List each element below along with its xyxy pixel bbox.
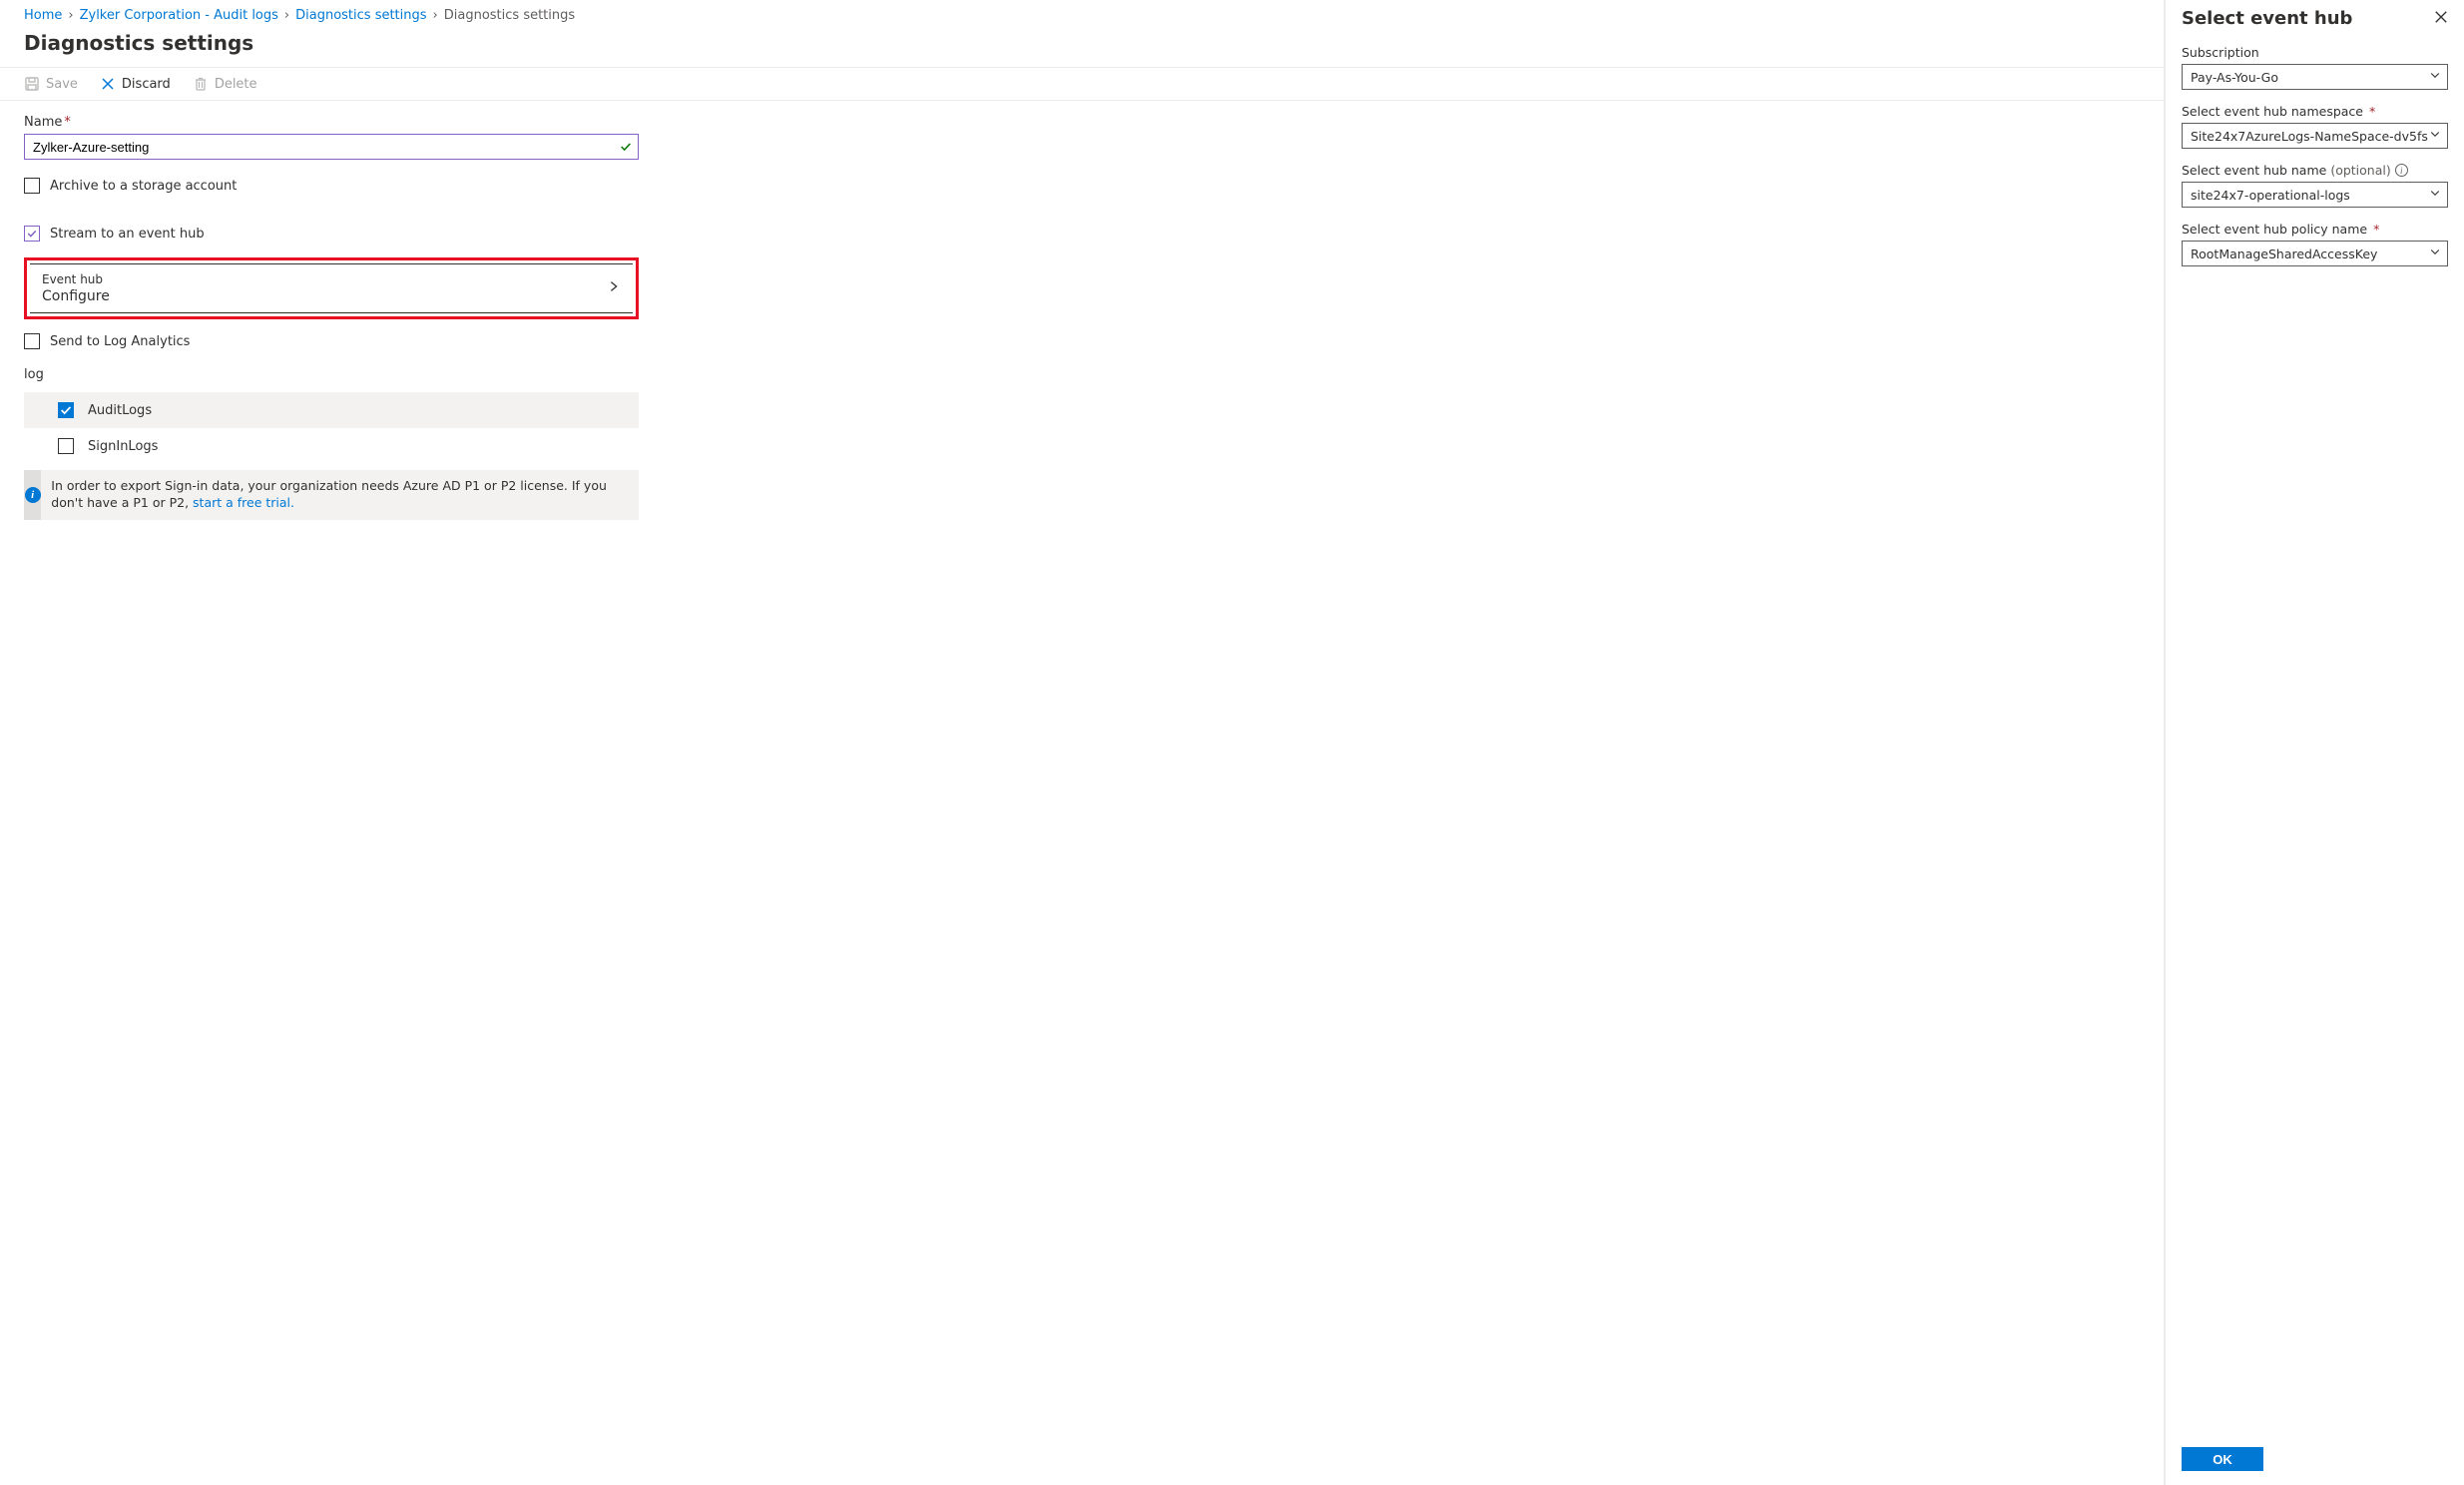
policy-select[interactable]: RootManageSharedAccessKey [2182,241,2448,266]
breadcrumb-current: Diagnostics settings [444,8,575,23]
save-label: Save [46,77,78,92]
stream-checkbox[interactable] [24,226,40,242]
chevron-down-icon [2429,128,2441,144]
delete-label: Delete [215,77,257,92]
delete-button[interactable]: Delete [193,76,257,92]
chevron-down-icon [2429,69,2441,85]
info-icon[interactable]: i [2395,164,2408,177]
page-title: Diagnostics settings [0,29,2164,67]
required-asterisk: * [64,115,71,130]
policy-label: Select event hub policy name* [2182,222,2448,237]
chevron-right-icon: › [68,8,73,23]
archive-label: Archive to a storage account [50,179,237,194]
subscription-select[interactable]: Pay-As-You-Go [2182,64,2448,90]
configure-heading: Event hub [42,272,110,286]
policy-value: RootManageSharedAccessKey [2191,247,2377,261]
log-analytics-checkbox[interactable] [24,333,40,349]
name-input[interactable] [24,134,639,160]
hubname-value: site24x7-operational-logs [2191,188,2350,203]
discard-button[interactable]: Discard [100,76,171,92]
log-row-auditlogs: AuditLogs [24,392,639,428]
chevron-down-icon [2429,187,2441,203]
panel-title: Select event hub [2182,8,2352,29]
signin-license-info: i In order to export Sign-in data, your … [24,470,639,520]
subscription-value: Pay-As-You-Go [2191,70,2278,85]
select-event-hub-panel: Select event hub Subscription Pay-As-You… [2165,0,2464,1485]
free-trial-link[interactable]: start a free trial. [193,495,294,510]
breadcrumb: Home › Zylker Corporation - Audit logs ›… [0,0,2164,29]
save-button[interactable]: Save [24,76,78,92]
info-icon: i [24,470,41,520]
event-hub-configure-button[interactable]: Event hub Configure [30,263,633,313]
stream-label: Stream to an event hub [50,227,205,242]
name-label: Name* [24,115,639,130]
toolbar: Save Discard Delete [0,68,2164,100]
namespace-label: Select event hub namespace* [2182,104,2448,119]
chevron-right-icon: › [433,8,438,23]
close-panel-button[interactable] [2434,10,2448,28]
breadcrumb-link-home[interactable]: Home [24,8,62,23]
ok-button[interactable]: OK [2182,1447,2263,1471]
auditlogs-label: AuditLogs [88,403,152,418]
log-section-heading: log [24,367,639,382]
subscription-label: Subscription [2182,45,2448,60]
hubname-select[interactable]: site24x7-operational-logs [2182,182,2448,208]
signinlogs-label: SignInLogs [88,439,158,454]
configure-action: Configure [42,288,110,304]
discard-label: Discard [122,77,171,92]
chevron-right-icon [607,279,621,297]
log-analytics-label: Send to Log Analytics [50,334,190,349]
breadcrumb-link-audit-logs[interactable]: Zylker Corporation - Audit logs [80,8,278,23]
chevron-right-icon: › [284,8,289,23]
info-text: In order to export Sign-in data, your or… [51,478,607,510]
close-icon [100,76,116,92]
hubname-label: Select event hub name (optional) i [2182,163,2448,178]
save-icon [24,76,40,92]
trash-icon [193,76,209,92]
log-row-signinlogs: SignInLogs [24,428,639,464]
namespace-value: Site24x7AzureLogs-NameSpace-dv5fs [2191,129,2428,144]
signinlogs-checkbox[interactable] [58,438,74,454]
auditlogs-checkbox[interactable] [58,402,74,418]
archive-checkbox[interactable] [24,178,40,194]
chevron-down-icon [2429,246,2441,261]
breadcrumb-link-diag-settings[interactable]: Diagnostics settings [295,8,426,23]
checkmark-icon [619,140,633,154]
event-hub-configure-highlight: Event hub Configure [24,257,639,319]
namespace-select[interactable]: Site24x7AzureLogs-NameSpace-dv5fs [2182,123,2448,149]
